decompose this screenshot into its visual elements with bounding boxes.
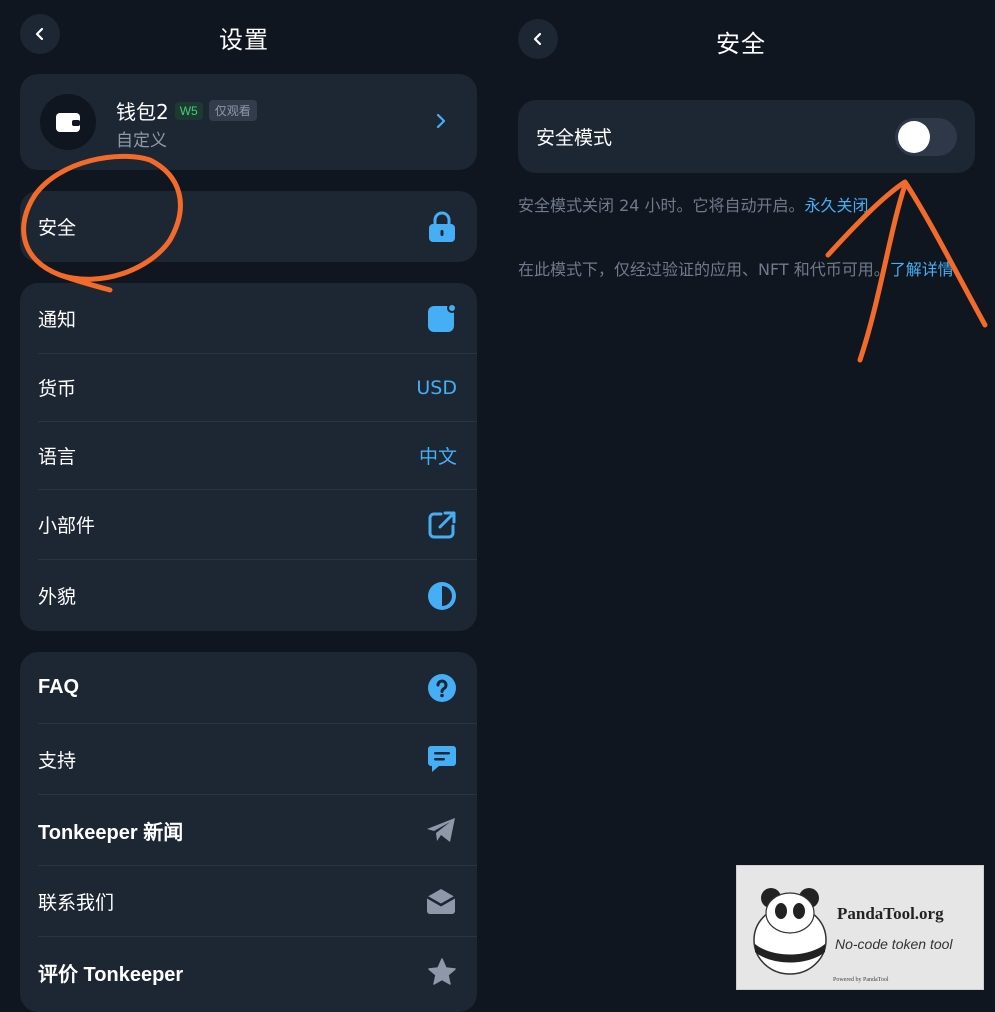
settings-group-general: 通知 货币 USD 语言 中文 小部件 外貌 bbox=[20, 283, 477, 631]
wallet-name: 钱包2 bbox=[116, 100, 169, 124]
watermark-subtitle: No-code token tool bbox=[835, 936, 953, 952]
chevron-left-icon bbox=[533, 32, 542, 46]
wallet-icon bbox=[56, 113, 80, 132]
learn-more-link[interactable]: 了解详情 bbox=[890, 260, 954, 279]
settings-item-widgets[interactable]: 小部件 bbox=[20, 490, 477, 559]
settings-item-rate[interactable]: 评价 Tonkeeper bbox=[20, 937, 477, 1007]
currency-value: USD bbox=[416, 376, 457, 399]
panda-logo-icon bbox=[753, 888, 827, 975]
item-label: 外貌 bbox=[38, 586, 77, 608]
settings-panel: 设置 钱包2 W5 仅观看 自定义 安全 通知 货币 USD 语言 中文 小部件… bbox=[0, 0, 497, 1012]
item-label: Tonkeeper 新闻 bbox=[38, 821, 184, 844]
settings-item-language[interactable]: 语言 中文 bbox=[20, 422, 477, 489]
telegram-icon bbox=[427, 818, 455, 842]
contrast-icon bbox=[428, 581, 456, 610]
back-button[interactable] bbox=[518, 19, 558, 59]
security-label: 安全 bbox=[38, 217, 77, 239]
wallet-avatar bbox=[40, 94, 96, 150]
watch-only-badge: 仅观看 bbox=[208, 100, 257, 121]
safe-mode-timer-text: 安全模式关闭 24 小时。它将自动开启。永久关闭 bbox=[518, 193, 978, 219]
item-label: FAQ bbox=[38, 676, 80, 698]
settings-group-help: FAQ 支持 Tonkeeper 新闻 联系我们 评价 Tonkeeper bbox=[20, 652, 477, 1012]
item-label: 通知 bbox=[38, 308, 77, 331]
lock-icon bbox=[429, 211, 455, 242]
disable-forever-link[interactable]: 永久关闭 bbox=[805, 196, 869, 215]
wallet-name-row: 钱包2 W5 仅观看 bbox=[116, 96, 257, 125]
security-card[interactable]: 安全 bbox=[20, 191, 477, 262]
safe-mode-card: 安全模式 bbox=[518, 100, 975, 173]
page-title: 设置 bbox=[219, 26, 269, 54]
chevron-right-icon bbox=[436, 113, 446, 129]
item-label: 货币 bbox=[38, 378, 77, 400]
toggle-knob bbox=[898, 121, 930, 153]
settings-item-security[interactable]: 安全 bbox=[20, 191, 477, 262]
settings-item-notifications[interactable]: 通知 bbox=[20, 283, 477, 353]
watermark-title: PandaTool.org bbox=[837, 904, 944, 923]
back-button[interactable] bbox=[20, 14, 60, 54]
item-label: 支持 bbox=[38, 749, 77, 772]
item-label: 评价 Tonkeeper bbox=[38, 963, 184, 986]
settings-item-support[interactable]: 支持 bbox=[20, 724, 477, 794]
wallet-version-badge: W5 bbox=[174, 101, 203, 120]
safe-mode-toggle[interactable] bbox=[895, 118, 957, 156]
timer-description: 安全模式关闭 24 小时。它将自动开启。 bbox=[518, 196, 805, 215]
language-value: 中文 bbox=[418, 446, 457, 468]
settings-item-currency[interactable]: 货币 USD bbox=[20, 354, 477, 421]
settings-item-faq[interactable]: FAQ bbox=[20, 652, 477, 723]
mode-description: 在此模式下，仅经过验证的应用、NFT 和代币可用。 bbox=[518, 260, 890, 279]
wallet-subtitle: 自定义 bbox=[116, 131, 167, 151]
wallet-card[interactable]: 钱包2 W5 仅观看 自定义 bbox=[20, 74, 477, 170]
item-label: 语言 bbox=[38, 446, 77, 468]
item-label: 小部件 bbox=[38, 515, 96, 537]
chevron-left-icon bbox=[35, 27, 44, 41]
security-panel: 安全 安全模式 安全模式关闭 24 小时。它将自动开启。永久关闭 在此模式下，仅… bbox=[497, 0, 995, 1000]
safe-mode-label: 安全模式 bbox=[536, 127, 613, 149]
settings-item-appearance[interactable]: 外貌 bbox=[20, 560, 477, 631]
page-title: 安全 bbox=[716, 30, 766, 58]
external-link-icon bbox=[428, 511, 456, 538]
question-icon bbox=[428, 673, 456, 702]
settings-item-contact[interactable]: 联系我们 bbox=[20, 866, 477, 936]
chat-icon bbox=[428, 746, 456, 772]
item-label: 联系我们 bbox=[38, 891, 115, 914]
star-icon bbox=[428, 958, 456, 985]
notification-icon bbox=[428, 303, 457, 332]
settings-item-news[interactable]: Tonkeeper 新闻 bbox=[20, 795, 477, 865]
watermark-small: Powered by PandaTool bbox=[833, 977, 889, 983]
pandatool-watermark: PandaTool.org No-code token tool Powered… bbox=[736, 865, 984, 990]
safe-mode-info-text: 在此模式下，仅经过验证的应用、NFT 和代币可用。了解详情 bbox=[518, 257, 978, 283]
mail-icon bbox=[426, 889, 456, 914]
